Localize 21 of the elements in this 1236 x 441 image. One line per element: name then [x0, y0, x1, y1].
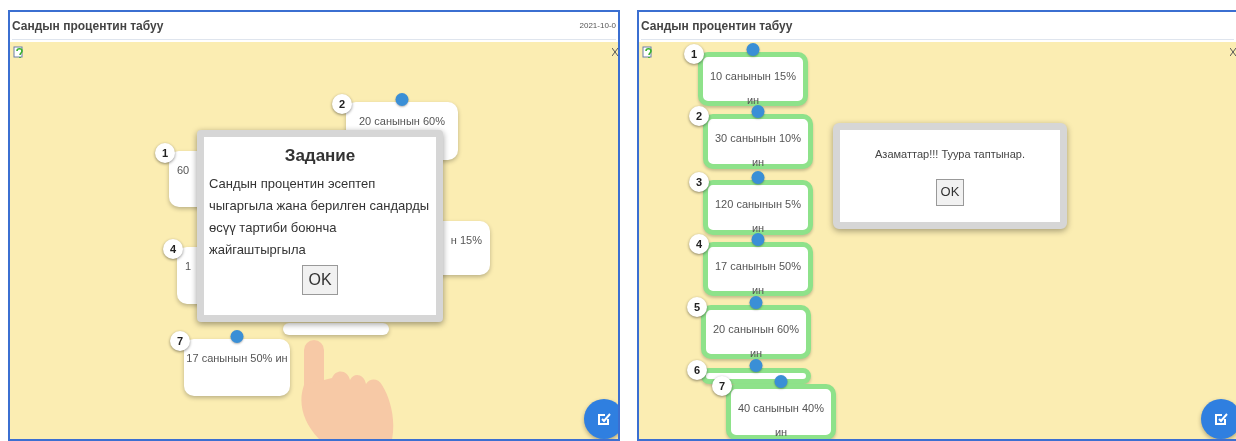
card-text: 20 санынын 60%	[359, 115, 445, 127]
window-title: Сандын процентин табуу	[641, 17, 793, 35]
number-badge: 3	[689, 172, 709, 192]
number-badge: 5	[687, 297, 707, 317]
date-label: 2021-10-0	[579, 19, 616, 32]
number-badge: 7	[170, 331, 190, 351]
window-title: Сандын процентин табуу	[12, 17, 164, 35]
card-text: 1	[185, 260, 192, 272]
card-text: н 15%	[450, 234, 482, 246]
number-badge: 2	[689, 106, 709, 126]
dialog-title: Задание	[284, 145, 356, 167]
number-badge: 4	[163, 239, 183, 259]
number-badge: 4	[689, 234, 709, 254]
number-badge: 1	[155, 143, 175, 163]
card-text: 40 санынын 40% ин	[738, 402, 824, 438]
number-badge: 6	[687, 360, 707, 380]
dialog-text: Азаматтар!!! Туура таптынар.	[875, 147, 1025, 162]
number-badge: 1	[684, 44, 704, 64]
number-badge: 2	[332, 94, 352, 114]
card-text: 17 санынын 50% ин	[186, 352, 288, 364]
card-text: 60	[177, 164, 190, 176]
